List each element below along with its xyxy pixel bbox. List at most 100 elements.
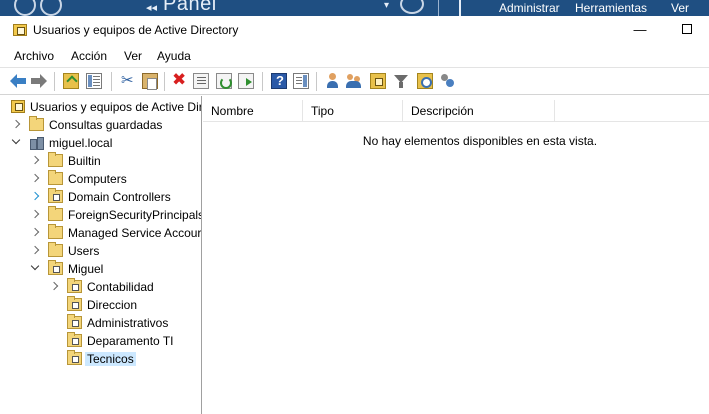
- create-user-icon[interactable]: [325, 73, 341, 89]
- toolbar-separator: [316, 72, 317, 91]
- export-list-icon[interactable]: [238, 73, 254, 89]
- aduc-app-icon: [13, 24, 27, 36]
- domain-icon: [29, 136, 45, 150]
- collapse-chevron-icon[interactable]: [31, 261, 41, 275]
- background-panel-title: Panel: [163, 0, 217, 15]
- menu-archivo[interactable]: Archivo: [14, 49, 54, 63]
- up-one-level-icon[interactable]: [63, 73, 79, 89]
- toolbar-separator: [111, 72, 112, 91]
- tree-item-label: Builtin: [68, 154, 101, 168]
- paste-icon[interactable]: [142, 73, 158, 90]
- tree-item-label: Administrativos: [87, 316, 169, 330]
- tree-item-direccion[interactable]: Direccion: [0, 296, 201, 314]
- ou-folder-icon: [67, 314, 82, 329]
- tree-item-foreign-security-principals[interactable]: ForeignSecurityPrincipals: [0, 206, 202, 224]
- tree-item-miguel-local[interactable]: miguel.local: [0, 134, 201, 152]
- toolbar: [0, 67, 709, 95]
- expand-chevron-icon[interactable]: [31, 243, 41, 257]
- folder-icon: [48, 152, 63, 167]
- tree-item-computers[interactable]: Computers: [0, 170, 201, 188]
- refresh-icon[interactable]: [216, 73, 232, 89]
- expand-chevron-icon[interactable]: [31, 171, 41, 185]
- tree-item-miguel[interactable]: Miguel: [0, 260, 201, 278]
- tree-item-label: ForeignSecurityPrincipals: [68, 208, 202, 222]
- expand-chevron-icon[interactable]: [31, 207, 41, 221]
- column-header-label: Descripción: [411, 104, 474, 118]
- minimize-icon: —: [633, 22, 647, 37]
- tree-item-users[interactable]: Users: [0, 242, 201, 260]
- expand-chevron-icon[interactable]: [31, 189, 41, 203]
- tree-item-label: Direccion: [87, 298, 138, 312]
- column-header-label: Tipo: [311, 104, 334, 118]
- tree-item-label: Computers: [68, 172, 127, 186]
- back-arrow-icon[interactable]: [10, 73, 26, 89]
- ou-folder-icon: [67, 332, 82, 347]
- menu-bar: Archivo Acción Ver Ayuda: [0, 45, 709, 67]
- tree-item-deparamento-ti[interactable]: Deparamento TI: [0, 332, 201, 350]
- tree-item-label: Tecnicos: [85, 352, 136, 366]
- create-ou-icon[interactable]: [370, 73, 386, 89]
- background-menu-ver[interactable]: Ver: [671, 1, 689, 15]
- maximize-icon: [682, 24, 692, 34]
- expand-chevron-icon[interactable]: [31, 153, 41, 167]
- show-hide-console-tree-icon[interactable]: [86, 73, 102, 89]
- ou-folder-icon: [48, 188, 63, 203]
- expand-chevron-icon[interactable]: [50, 279, 60, 293]
- tree-item-label: Consultas guardadas: [49, 118, 163, 132]
- background-menu-administrar[interactable]: Administrar: [499, 1, 560, 15]
- window-title: Usuarios y equipos de Active Directory: [33, 23, 239, 37]
- find-icon[interactable]: [417, 73, 433, 89]
- tree-item-tecnicos[interactable]: Tecnicos: [0, 350, 201, 368]
- properties-icon[interactable]: [193, 73, 209, 89]
- background-dropdown-icon: ▾: [384, 0, 390, 11]
- empty-list-message: No hay elementos disponibles en esta vis…: [362, 134, 598, 148]
- tree-item-administrativos[interactable]: Administrativos: [0, 314, 201, 332]
- console-tree[interactable]: Usuarios y equipos de Active Dir Consult…: [0, 96, 202, 414]
- toolbar-separator: [164, 72, 165, 91]
- ou-folder-icon: [67, 350, 82, 365]
- tree-item-label: Users: [68, 244, 100, 258]
- list-header: Nombre Tipo Descripción: [203, 100, 709, 122]
- column-header-descripcion[interactable]: Descripción: [403, 100, 555, 122]
- tree-item-label: miguel.local: [49, 136, 113, 150]
- background-menu-herramientas[interactable]: Herramientas: [575, 1, 647, 15]
- aduc-root-icon: [11, 100, 25, 113]
- toolbar-separator: [54, 72, 55, 91]
- maximize-button[interactable]: [677, 20, 697, 40]
- collapse-chevron-icon[interactable]: [12, 135, 22, 149]
- column-header-tipo[interactable]: Tipo: [303, 100, 403, 122]
- menu-accion[interactable]: Acción: [71, 49, 107, 63]
- tree-item-domain-controllers[interactable]: Domain Controllers: [0, 188, 201, 206]
- cut-icon[interactable]: [120, 71, 136, 89]
- column-header-label: Nombre: [211, 104, 254, 118]
- tree-item-contabilidad[interactable]: Contabilidad: [0, 278, 201, 296]
- ou-folder-icon: [48, 260, 63, 275]
- help-icon[interactable]: [271, 73, 287, 89]
- minimize-button[interactable]: —: [630, 20, 650, 40]
- column-header-nombre[interactable]: Nombre: [203, 100, 303, 122]
- tree-item-label: Domain Controllers: [68, 190, 171, 204]
- menu-ayuda[interactable]: Ayuda: [157, 49, 191, 63]
- forward-arrow-icon[interactable]: [31, 73, 47, 89]
- background-refresh-icon: [400, 0, 424, 14]
- details-list[interactable]: Nombre Tipo Descripción No hay elementos…: [203, 96, 709, 414]
- tree-root[interactable]: Usuarios y equipos de Active Dir: [0, 98, 201, 116]
- menu-ver[interactable]: Ver: [124, 49, 142, 63]
- delete-icon[interactable]: [172, 70, 188, 90]
- create-group-icon[interactable]: [346, 73, 362, 89]
- tree-item-builtin[interactable]: Builtin: [0, 152, 201, 170]
- tree-item-label: Deparamento TI: [87, 334, 174, 348]
- folder-icon: [48, 206, 63, 221]
- filter-icon[interactable]: [393, 73, 409, 89]
- show-hide-action-pane-icon[interactable]: [293, 73, 309, 89]
- delegate-control-icon[interactable]: [440, 73, 456, 89]
- background-breadcrumb-arrows-icon: ◂◂: [146, 2, 158, 14]
- folder-icon: [48, 224, 63, 239]
- toolbar-separator: [262, 72, 263, 91]
- background-server-manager-bar: ◂◂ Panel ▾ Administrar Herramientas Ver: [0, 0, 709, 16]
- background-flag-icon: [459, 0, 461, 16]
- expand-chevron-icon[interactable]: [12, 117, 22, 131]
- expand-chevron-icon[interactable]: [31, 225, 41, 239]
- tree-item-managed-service-accounts[interactable]: Managed Service Accour: [0, 224, 201, 242]
- tree-item-consultas-guardadas[interactable]: Consultas guardadas: [0, 116, 201, 134]
